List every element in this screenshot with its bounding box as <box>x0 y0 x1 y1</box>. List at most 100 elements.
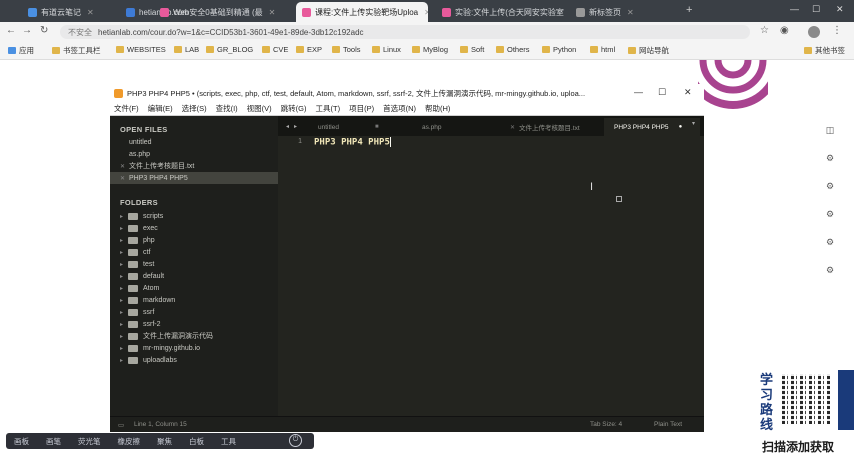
syntax-mode[interactable]: Plain Text <box>654 421 682 428</box>
new-tab-button[interactable]: + <box>686 4 692 16</box>
folder-item[interactable]: ▸ 文件上传漏洞演示代码 <box>120 330 213 342</box>
bookmark-item[interactable]: EXP <box>296 45 322 54</box>
menu-view[interactable]: 视图(V) <box>247 103 272 114</box>
bookmark-item[interactable]: Soft <box>460 45 484 54</box>
close-icon[interactable]: ✕ <box>269 8 276 17</box>
tool-icon[interactable]: ⚙ <box>820 265 840 276</box>
tab-scroll-left-icon[interactable]: ◂ <box>286 123 289 130</box>
close-icon[interactable]: ✕ <box>424 8 428 17</box>
bookmark-item[interactable]: CVE <box>262 45 288 54</box>
close-window-icon[interactable]: ✕ <box>684 87 692 98</box>
menu-file[interactable]: 文件(F) <box>114 103 139 114</box>
folder-item[interactable]: ▸ php <box>120 234 155 246</box>
bookmark-item[interactable]: GR_BLOG <box>206 45 253 54</box>
bookmark-item[interactable]: 书签工具栏 <box>52 45 101 56</box>
toolbar-item[interactable]: 白板 <box>189 436 204 447</box>
bookmark-item[interactable]: Others <box>496 45 530 54</box>
toolbar-item[interactable]: 荧光笔 <box>78 436 101 447</box>
folder-item[interactable]: ▸ markdown <box>120 294 175 306</box>
menu-edit[interactable]: 编辑(E) <box>148 103 173 114</box>
menu-selection[interactable]: 选择(S) <box>182 103 207 114</box>
bookmark-item[interactable]: 网站导航 <box>628 45 669 56</box>
bookmark-item[interactable]: LAB <box>174 45 199 54</box>
tool-icon[interactable]: ⚙ <box>820 237 840 248</box>
close-icon[interactable]: ✕ <box>87 8 94 17</box>
folder-item[interactable]: ▸ Atom <box>120 282 159 294</box>
tool-icon[interactable]: ⚙ <box>820 209 840 220</box>
menu-icon[interactable]: ⋮ <box>832 25 842 36</box>
bookmark-item[interactable]: html <box>590 45 615 54</box>
menu-project[interactable]: 项目(P) <box>349 103 374 114</box>
menu-find[interactable]: 查找(I) <box>216 103 238 114</box>
editor-tab[interactable]: ✕ 文件上传考核题目.txt <box>502 118 600 136</box>
tool-icon[interactable]: ⚙ <box>820 181 840 192</box>
folder-item[interactable]: ▸ uploadlabs <box>120 354 177 366</box>
menu-goto[interactable]: 跳转(G) <box>281 103 307 114</box>
modified-dot-icon[interactable]: ● <box>679 124 683 130</box>
avatar[interactable] <box>808 26 820 38</box>
address-bar[interactable]: 不安全 hetianlab.com/cour.do?w=1&c=CCID53b1… <box>60 25 750 39</box>
toolbar-item[interactable]: 工具 <box>221 436 236 447</box>
reload-icon[interactable]: ↻ <box>40 25 48 36</box>
open-file-item[interactable]: untitled <box>110 136 278 148</box>
folder-item[interactable]: ▸ mr-mingy.github.io <box>120 342 200 354</box>
open-file-item[interactable]: ✕ 文件上传考核题目.txt <box>110 160 278 172</box>
tab-list-icon[interactable]: ▾ <box>692 120 695 127</box>
toolbar-item[interactable]: 聚焦 <box>157 436 172 447</box>
folder-item[interactable]: ▸ exec <box>120 222 158 234</box>
tool-icon[interactable]: ⚙ <box>820 153 840 164</box>
bookmark-item[interactable]: WEBSITES <box>116 45 166 54</box>
toolbar-item[interactable]: 橡皮擦 <box>118 436 141 447</box>
tool-icon[interactable]: ◫ <box>820 125 840 136</box>
power-icon[interactable]: ⏻ <box>289 434 302 447</box>
bookmark-item[interactable]: 应用 <box>8 45 34 56</box>
open-file-item-selected[interactable]: ✕ PHP3 PHP4 PHP5 <box>110 172 278 184</box>
folder-label: ssrf <box>143 308 155 316</box>
close-icon[interactable]: ✕ <box>510 124 515 131</box>
maximize-icon[interactable]: ☐ <box>812 4 820 15</box>
browser-tab[interactable]: 实验:文件上传(合天网安实验室 ✕ <box>436 2 568 22</box>
browser-tab[interactable]: 有道云笔记 ✕ <box>22 2 118 22</box>
editor-tab[interactable]: as.php <box>402 118 498 136</box>
browser-tab-active[interactable]: 课程:文件上传实验靶场Uploa ✕ <box>296 2 428 22</box>
toolbar-item[interactable]: 画板 <box>14 436 29 447</box>
editor[interactable]: 1 PHP3 PHP4 PHP5 I <box>278 136 704 416</box>
back-icon[interactable]: ← <box>6 25 16 36</box>
forward-icon[interactable]: → <box>22 25 32 36</box>
star-icon[interactable]: ☆ <box>760 25 769 36</box>
minimize-icon[interactable]: — <box>634 87 643 97</box>
tab-size[interactable]: Tab Size: 4 <box>590 421 622 428</box>
close-icon[interactable]: ✕ <box>120 163 127 170</box>
folder-item[interactable]: ▸ test <box>120 258 154 270</box>
folder-icon <box>590 46 598 53</box>
folder-item[interactable]: ▸ ctf <box>120 246 150 258</box>
menu-tools[interactable]: 工具(T) <box>316 103 341 114</box>
editor-tab-active[interactable]: PHP3 PHP4 PHP5 ● <box>604 118 700 136</box>
code-line[interactable]: PHP3 PHP4 PHP5 <box>314 137 391 148</box>
menu-preferences[interactable]: 首选项(N) <box>383 103 416 114</box>
folder-item[interactable]: ▸ default <box>120 270 164 282</box>
open-file-item[interactable]: as.php <box>110 148 278 160</box>
panel-toggle-icon[interactable]: ▭ <box>118 421 124 429</box>
folder-item[interactable]: ▸ scripts <box>120 210 163 222</box>
menu-help[interactable]: 帮助(H) <box>425 103 450 114</box>
extension-icon[interactable]: ◉ <box>780 25 789 36</box>
toolbar-item[interactable]: 画笔 <box>46 436 61 447</box>
close-window-icon[interactable]: ✕ <box>836 4 844 15</box>
bookmark-item[interactable]: Python <box>542 45 576 54</box>
bookmark-item[interactable]: Tools <box>332 45 361 54</box>
bookmark-item[interactable]: MyBlog <box>412 45 448 54</box>
minimize-icon[interactable]: — <box>790 4 799 14</box>
tab-scroll-right-icon[interactable]: ▸ <box>294 123 297 130</box>
browser-tab[interactable]: Web安全0基础到精通 (最 ✕ <box>154 2 290 22</box>
browser-tab[interactable]: 新标签页 ✕ <box>570 2 680 22</box>
editor-tab[interactable]: untitled ■ <box>310 118 396 136</box>
other-bookmarks[interactable]: 其他书签 <box>804 45 845 56</box>
folder-item[interactable]: ▸ ssrf <box>120 306 154 318</box>
close-icon[interactable]: ✕ <box>627 8 634 17</box>
bookmark-item[interactable]: Linux <box>372 45 401 54</box>
folder-item[interactable]: ▸ ssrf-2 <box>120 318 161 330</box>
maximize-icon[interactable]: ☐ <box>658 87 666 98</box>
modified-dot-icon[interactable]: ■ <box>375 124 379 130</box>
close-icon[interactable]: ✕ <box>120 175 127 182</box>
